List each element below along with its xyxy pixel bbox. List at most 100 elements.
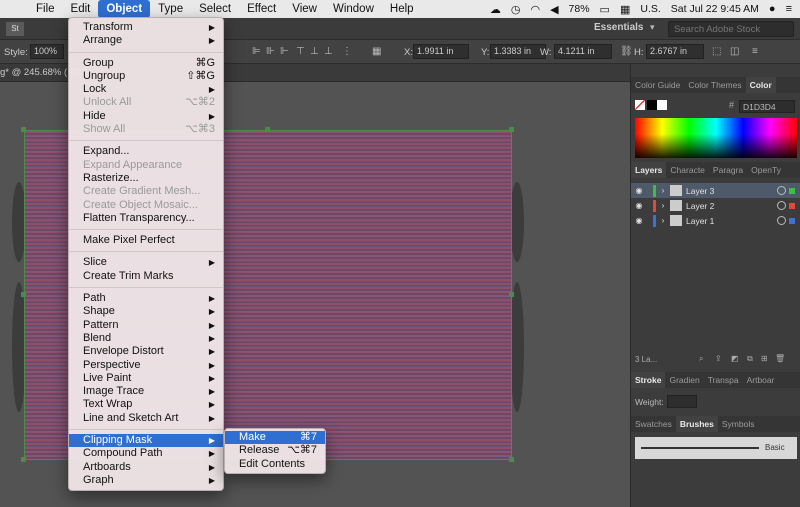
object-menu-item-lock[interactable]: Lock ▶ — [69, 83, 223, 96]
tab-swatches[interactable]: Swatches — [631, 416, 676, 432]
object-menu-item-create-trim-marks[interactable]: Create Trim Marks — [69, 270, 223, 283]
none-swatch-icon[interactable] — [635, 100, 645, 110]
object-menu-item-clipping-mask[interactable]: Clipping Mask ▶ — [69, 434, 223, 448]
object-menu-item-compound-path[interactable]: Compound Path ▶ — [69, 447, 223, 460]
clipping-submenu-item-release[interactable]: Release ⌥⌘7 — [225, 444, 325, 457]
battery-percent[interactable]: 78% — [569, 3, 590, 15]
object-menu-item-hide[interactable]: Hide ▶ — [69, 110, 223, 123]
trash-icon[interactable]: 🗑 — [775, 354, 785, 363]
new-layer-icon[interactable]: ⊞ — [761, 354, 768, 363]
object-menu-item-image-trace[interactable]: Image Trace ▶ — [69, 385, 223, 398]
object-menu-item-text-wrap[interactable]: Text Wrap ▶ — [69, 398, 223, 411]
clipping-mask-icon[interactable]: ◩ — [731, 354, 739, 363]
brush-basic[interactable]: Basic — [635, 437, 797, 459]
new-sublayer-icon[interactable]: ⧉ — [747, 354, 753, 364]
x-field[interactable]: 1.9911 in — [413, 44, 469, 59]
workspace-switcher[interactable]: Essentials — [594, 22, 643, 33]
wifi-icon[interactable]: ◠ — [530, 3, 540, 16]
object-menu-item-transform[interactable]: Transform ▶ — [69, 21, 223, 34]
menu-file[interactable]: File — [28, 0, 63, 18]
locate-object-icon[interactable]: ⌕ — [699, 354, 703, 364]
chevron-down-icon[interactable]: ▾ — [650, 22, 655, 33]
opacity-field[interactable]: 100% — [30, 44, 64, 59]
object-menu-item-live-paint[interactable]: Live Paint ▶ — [69, 372, 223, 385]
visibility-eye-icon[interactable]: ◉ — [631, 201, 647, 210]
menu-edit[interactable]: Edit — [63, 0, 99, 18]
expand-chevron-icon[interactable]: › — [656, 216, 670, 225]
selection-indicator[interactable] — [789, 202, 795, 209]
color-spectrum[interactable] — [635, 118, 797, 158]
menu-help[interactable]: Help — [382, 0, 422, 18]
object-menu-item-path[interactable]: Path ▶ — [69, 292, 223, 305]
align-left-icon[interactable]: ⊫ — [252, 46, 261, 57]
tab-gradient[interactable]: Gradien — [665, 372, 703, 388]
w-field[interactable]: 4.1211 in — [554, 44, 612, 59]
align-center-icon[interactable]: ⊪ — [266, 46, 275, 57]
align-bottom-icon[interactable]: ⊥ — [324, 46, 333, 57]
isolate-icon[interactable]: ◫ — [730, 46, 739, 57]
time-machine-icon[interactable]: ◷ — [511, 3, 521, 16]
hex-field[interactable] — [739, 100, 795, 113]
selection-handle[interactable] — [21, 127, 26, 132]
tab-symbols[interactable]: Symbols — [718, 416, 759, 432]
layer-row-layer-1[interactable]: ◉ › Layer 1 — [631, 213, 800, 228]
object-menu-item-artboards[interactable]: Artboards ▶ — [69, 461, 223, 474]
menu-type[interactable]: Type — [150, 0, 191, 18]
menu-select[interactable]: Select — [191, 0, 239, 18]
object-menu-item-rasterize[interactable]: Rasterize... — [69, 172, 223, 185]
stock-search-input[interactable] — [668, 21, 794, 37]
selection-handle[interactable] — [509, 457, 514, 462]
object-menu-item-slice[interactable]: Slice ▶ — [69, 256, 223, 269]
selection-handle[interactable] — [21, 457, 26, 462]
app-badge[interactable]: St — [6, 22, 24, 36]
layer-target-icon[interactable] — [777, 186, 786, 195]
clock[interactable]: Sat Jul 22 9:45 AM — [671, 3, 759, 15]
distribute-icon[interactable]: ⋮ — [342, 46, 352, 57]
tab-color[interactable]: Color — [745, 77, 776, 93]
tab-color-guide[interactable]: Color Guide — [631, 77, 684, 93]
object-menu-item-envelope-distort[interactable]: Envelope Distort ▶ — [69, 345, 223, 358]
menu-effect[interactable]: Effect — [239, 0, 284, 18]
object-menu-item-graph[interactable]: Graph ▶ — [69, 474, 223, 487]
object-menu-item-shape[interactable]: Shape ▶ — [69, 305, 223, 318]
expand-chevron-icon[interactable]: › — [656, 186, 670, 195]
visibility-eye-icon[interactable]: ◉ — [631, 186, 647, 195]
expand-chevron-icon[interactable]: › — [656, 201, 670, 210]
flag-icon[interactable]: ▦ — [620, 3, 630, 16]
weight-field[interactable] — [667, 395, 697, 408]
menu-view[interactable]: View — [284, 0, 325, 18]
constrain-link-icon[interactable]: ⛓ — [620, 46, 633, 57]
tab-paragraph[interactable]: Paragra — [709, 162, 747, 178]
reference-point-icon[interactable]: ▦ — [372, 46, 381, 57]
align-top-icon[interactable]: ⊤ — [296, 46, 305, 57]
object-menu-item-group[interactable]: Group ⌘G — [69, 57, 223, 70]
layer-row-layer-2[interactable]: ◉ › Layer 2 — [631, 198, 800, 213]
user-icon[interactable]: ● — [769, 3, 776, 15]
input-source[interactable]: U.S. — [640, 3, 660, 15]
tab-artboards[interactable]: Artboar — [743, 372, 779, 388]
object-menu-item-ungroup[interactable]: Ungroup ⇧⌘G — [69, 70, 223, 83]
export-icon[interactable]: ⇪ — [715, 354, 722, 363]
tab-layers[interactable]: Layers — [631, 162, 667, 178]
object-menu-item-perspective[interactable]: Perspective ▶ — [69, 359, 223, 372]
object-menu-item-flatten-transparency[interactable]: Flatten Transparency... — [69, 212, 223, 225]
align-right-icon[interactable]: ⊩ — [280, 46, 289, 57]
tab-brushes[interactable]: Brushes — [675, 416, 718, 432]
white-swatch-icon[interactable] — [657, 100, 667, 110]
y-field[interactable]: 1.3383 in — [490, 44, 546, 59]
tab-color-themes[interactable]: Color Themes — [684, 77, 745, 93]
layer-target-icon[interactable] — [777, 216, 786, 225]
selection-handle[interactable] — [21, 292, 26, 297]
object-menu-item-pattern[interactable]: Pattern ▶ — [69, 319, 223, 332]
creative-cloud-icon[interactable]: ☁ — [490, 3, 501, 16]
layer-row-layer-3[interactable]: ◉ › Layer 3 — [631, 183, 800, 198]
h-field[interactable]: 2.6767 in — [646, 44, 704, 59]
selection-indicator[interactable] — [789, 187, 795, 194]
black-swatch-icon[interactable] — [647, 100, 657, 110]
tab-opentype[interactable]: OpenTy — [747, 162, 785, 178]
menu-list-icon[interactable]: ≡ — [786, 3, 792, 15]
object-menu-item-blend[interactable]: Blend ▶ — [69, 332, 223, 345]
panel-menu-icon[interactable]: ≡ — [752, 46, 758, 57]
object-menu-item-make-pixel-perfect[interactable]: Make Pixel Perfect — [69, 234, 223, 247]
layer-target-icon[interactable] — [777, 201, 786, 210]
